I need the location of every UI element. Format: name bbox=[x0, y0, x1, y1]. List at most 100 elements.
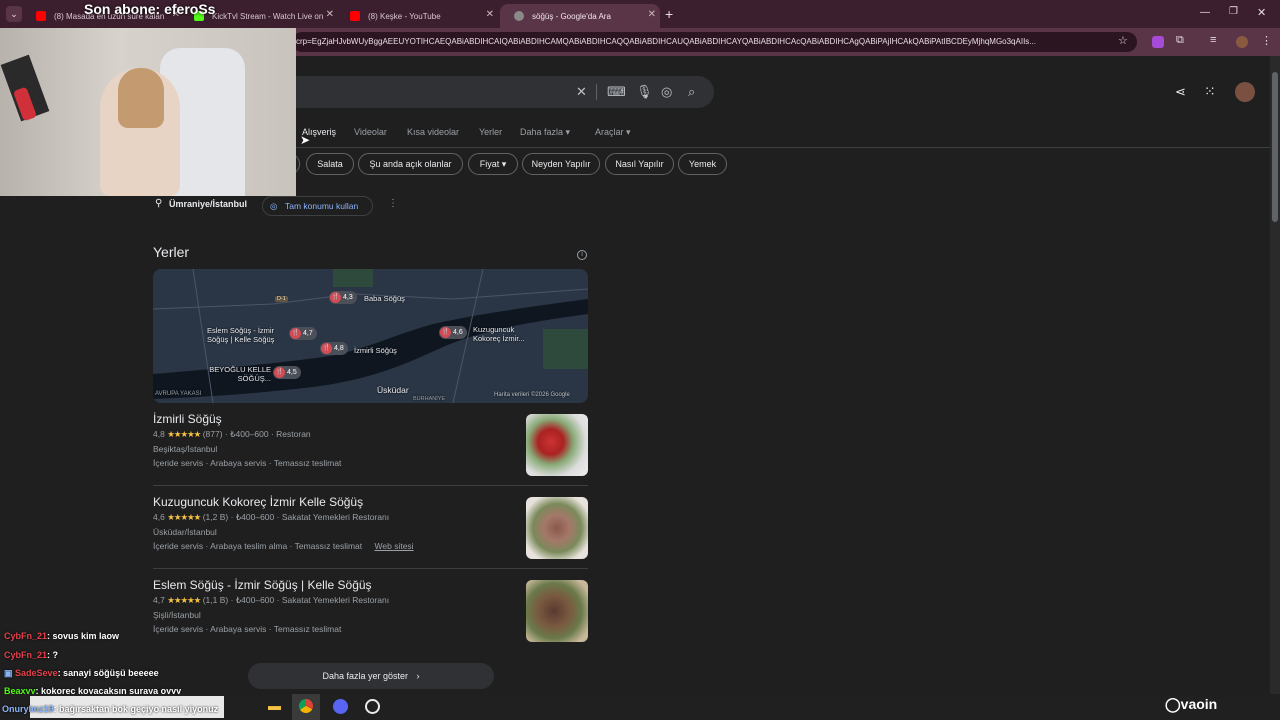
scrollbar-thumb[interactable] bbox=[1272, 72, 1278, 222]
minimize-icon[interactable]: — bbox=[1200, 7, 1210, 18]
tab-short-videos[interactable]: Kısa videolar bbox=[407, 127, 459, 137]
chip-open-now[interactable]: Şu anda açık olanlar bbox=[358, 153, 463, 175]
restore-icon[interactable]: ❐ bbox=[1229, 6, 1238, 17]
map-pin[interactable]: 🍴 4,5 bbox=[273, 366, 301, 379]
pin-label: Baba Söğüş bbox=[364, 294, 405, 303]
service: Arabaya teslim alma bbox=[210, 541, 288, 551]
tab-search-icon[interactable]: ⌄ bbox=[6, 6, 22, 22]
map-pin[interactable]: 🍴 4,8 bbox=[320, 342, 348, 355]
keyboard-icon[interactable]: ⌨ bbox=[607, 84, 626, 100]
review-count: (1,1 B) bbox=[202, 595, 229, 605]
map-pin[interactable]: 🍴 4,3 bbox=[329, 291, 357, 304]
webcam-overlay bbox=[0, 28, 296, 196]
profile-avatar[interactable] bbox=[1236, 36, 1248, 48]
result-meta: 4,6 ★★★★★ (1,2 B) · ₺400–600 · Sakatat Y… bbox=[153, 512, 390, 522]
discord-icon[interactable] bbox=[333, 699, 348, 714]
result-title[interactable]: Eslem Söğüş - İzmir Söğüş | Kelle Söğüş bbox=[153, 578, 518, 592]
result-address: Şişli/İstanbul bbox=[153, 610, 201, 620]
park-area bbox=[333, 269, 373, 287]
result-meta: 4,8 ★★★★★ (877) · ₺400–600 · Restoran bbox=[153, 429, 311, 439]
file-explorer-icon[interactable]: ▬ bbox=[268, 698, 281, 713]
map-pin[interactable]: 🍴 4,7 bbox=[289, 327, 317, 340]
chip-price[interactable]: Fiyat ▾ bbox=[468, 153, 518, 175]
result-address: Beşiktaş/İstanbul bbox=[153, 444, 218, 454]
watermark-logo: ◯vaoin bbox=[1165, 696, 1218, 712]
account-avatar[interactable] bbox=[1235, 82, 1255, 102]
service: Temassız teslimat bbox=[273, 624, 342, 634]
result-2[interactable]: Kuzuguncuk Kokoreç İzmir Kelle Söğüş 4,6… bbox=[153, 495, 518, 551]
result-2-photo[interactable] bbox=[526, 497, 588, 559]
result-divider bbox=[153, 568, 588, 569]
clear-icon[interactable]: ✕ bbox=[576, 84, 587, 100]
service: İçeride servis bbox=[153, 458, 204, 468]
tab-tools[interactable]: Araçlar ▾ bbox=[595, 127, 631, 138]
extension-icon[interactable] bbox=[1152, 36, 1164, 48]
chip-how-to[interactable]: Nasıl Yapılır bbox=[605, 153, 674, 175]
lens-icon[interactable]: ◎ bbox=[661, 84, 672, 100]
more-options-icon[interactable]: ⋮ bbox=[388, 198, 398, 209]
chat-text: : ? bbox=[47, 650, 59, 660]
chip-ingredients[interactable]: Neyden Yapılır bbox=[522, 153, 600, 175]
close-icon[interactable]: ✕ bbox=[486, 9, 494, 20]
google-icon bbox=[514, 11, 524, 21]
rating-stars: ★★★★★ bbox=[167, 429, 201, 439]
tab-places[interactable]: Yerler bbox=[479, 127, 502, 137]
close-icon[interactable]: ✕ bbox=[648, 9, 656, 20]
chevron-down-icon: ▾ bbox=[501, 159, 507, 169]
result-title[interactable]: İzmirli Söğüş bbox=[153, 412, 518, 426]
menu-icon[interactable]: ⋮ bbox=[1261, 34, 1272, 47]
bookmark-star-icon[interactable]: ☆ bbox=[1118, 34, 1128, 47]
location-pin-icon: ⚲ bbox=[155, 198, 163, 209]
rating-value: 4,6 bbox=[153, 512, 165, 522]
location-text: Ümraniye/İstanbul bbox=[169, 199, 248, 209]
result-1[interactable]: İzmirli Söğüş 4,8 ★★★★★ (877) · ₺400–600… bbox=[153, 412, 518, 468]
obs-icon[interactable] bbox=[365, 699, 380, 714]
chat-text: : bağırsaktan bok geçiyo nasıl yiyonuz bbox=[53, 704, 219, 714]
result-3-photo[interactable] bbox=[526, 580, 588, 642]
share-icon[interactable]: ⋖ bbox=[1175, 84, 1186, 100]
tab-3[interactable]: (8) Keşke - YouTube ✕ bbox=[336, 4, 498, 28]
rating-stars: ★★★★★ bbox=[167, 595, 201, 605]
crosshair-icon: ◎ bbox=[270, 201, 278, 211]
pin-rating: 4,5 bbox=[287, 369, 297, 376]
chip-food[interactable]: Yemek bbox=[678, 153, 727, 175]
places-map[interactable]: 🍴 4,3 Baba Söğüş 🍴 4,7 Eslem Söğüş - İzmir… bbox=[153, 269, 588, 403]
divider bbox=[596, 84, 597, 100]
chip-salata[interactable]: Salata bbox=[306, 153, 354, 175]
apps-grid-icon[interactable]: ⁙ bbox=[1204, 83, 1216, 100]
chrome-icon bbox=[299, 699, 313, 713]
road-shield: D-1 bbox=[275, 296, 288, 302]
more-places-button[interactable]: Daha fazla yer göster › bbox=[248, 663, 494, 689]
review-count: (1,2 B) bbox=[202, 512, 229, 522]
price-range: ₺400–600 bbox=[230, 429, 269, 439]
tab-more[interactable]: Daha fazla ▾ bbox=[520, 127, 570, 138]
chip-price-label: Fiyat bbox=[479, 159, 500, 169]
mic-icon[interactable]: 🎙 bbox=[636, 84, 653, 100]
website-link[interactable]: Web sitesi bbox=[375, 541, 414, 551]
chat-user: CybFn_21 bbox=[4, 631, 48, 641]
result-services: İçeride servis · Arabaya servis · Temass… bbox=[153, 624, 342, 634]
puzzle-icon[interactable]: ⧉ bbox=[1176, 34, 1184, 47]
result-1-photo[interactable] bbox=[526, 414, 588, 476]
pin-rating: 4,3 bbox=[343, 294, 353, 301]
search-icon[interactable]: ⌕ bbox=[688, 84, 695, 100]
tab-videos[interactable]: Videolar bbox=[354, 127, 387, 137]
close-window-icon[interactable]: ✕ bbox=[1257, 6, 1266, 19]
result-3[interactable]: Eslem Söğüş - İzmir Söğüş | Kelle Söğüş … bbox=[153, 578, 518, 634]
tab-4-active[interactable]: söğüş - Google'da Ara ✕ bbox=[500, 4, 660, 28]
chat-message: CybFn_21: sovus kim laow bbox=[4, 631, 119, 641]
chrome-taskbar-button[interactable] bbox=[292, 694, 320, 720]
reading-list-icon[interactable]: ≡ bbox=[1210, 34, 1216, 46]
map-pin[interactable]: 🍴 4,6 bbox=[439, 326, 467, 339]
info-icon[interactable]: i bbox=[577, 250, 587, 260]
address-bar[interactable]: crp=EgZjaHJvbWUyBggAEEUYOTIHCAEQABiABDIH… bbox=[292, 32, 1137, 52]
new-tab-icon[interactable]: + bbox=[665, 6, 673, 22]
more-places-label: Daha fazla yer göster bbox=[322, 671, 409, 681]
page-scrollbar[interactable] bbox=[1270, 56, 1280, 694]
use-precise-location-button[interactable]: ◎ Tam konumu kullan bbox=[262, 196, 373, 216]
pin-label: Eslem Söğüş - İzmir Söğüş | Kelle Söğüş bbox=[207, 326, 275, 344]
chat-text: : sanayi söğüşü beeeee bbox=[57, 668, 159, 678]
result-title[interactable]: Kuzuguncuk Kokoreç İzmir Kelle Söğüş bbox=[153, 495, 518, 509]
close-icon[interactable]: ✕ bbox=[326, 9, 334, 20]
tab-3-label: (8) Keşke - YouTube bbox=[368, 11, 441, 21]
